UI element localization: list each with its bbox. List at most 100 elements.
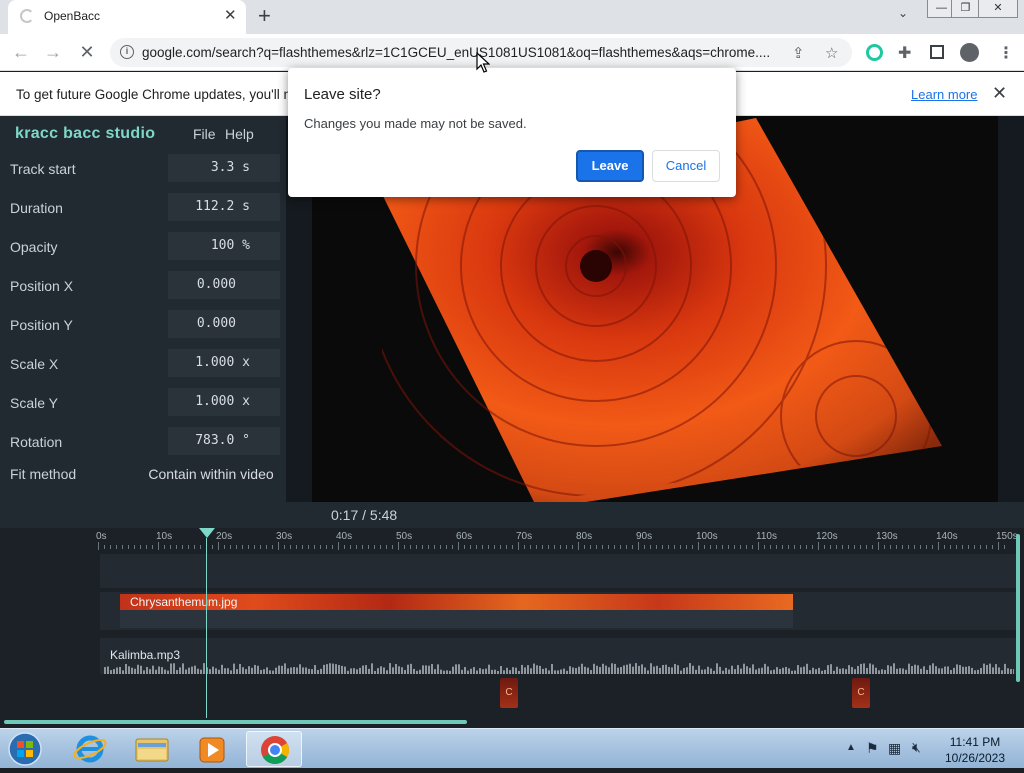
network-icon[interactable]: ▦ — [888, 740, 901, 757]
forward-arrow-icon[interactable]: → — [42, 41, 64, 63]
horizontal-scrollbar[interactable] — [4, 720, 467, 724]
ruler-tick-mark — [656, 545, 657, 549]
tab-search-chevron-icon[interactable]: ⌄ — [898, 6, 908, 20]
ruler-tick-mark — [248, 545, 249, 549]
waveform-bar — [665, 664, 667, 674]
track-start-label: Track start — [10, 161, 76, 177]
position-x-input[interactable]: 0.000 — [168, 271, 280, 299]
fit-method-select[interactable]: Contain within video — [142, 461, 280, 487]
keyframe-thumbnail[interactable]: C — [852, 678, 870, 708]
waveform-bar — [788, 668, 790, 674]
side-panel-icon[interactable] — [930, 45, 944, 59]
file-explorer-taskbar-button[interactable] — [124, 731, 180, 767]
waveform-bar — [401, 667, 403, 674]
ruler-tick-mark — [710, 545, 711, 549]
ruler-tick-mark — [662, 545, 663, 549]
scale-y-input[interactable]: 1.000 x — [168, 388, 280, 416]
waveform-bar — [275, 667, 277, 674]
waveform-bar — [374, 670, 376, 674]
waveform-bar — [515, 667, 517, 674]
image-track[interactable]: Chrysanthemum.jpg — [100, 592, 1016, 630]
url-text[interactable]: google.com/search?q=flashthemes&rlz=1C1G… — [142, 45, 788, 60]
back-arrow-icon[interactable]: ← — [10, 41, 32, 63]
keyframe-thumbnail[interactable]: C — [500, 678, 518, 708]
position-y-input[interactable]: 0.000 — [168, 310, 280, 338]
learn-more-link[interactable]: Learn more — [911, 87, 977, 102]
ruler-tick-label: 20s — [216, 531, 233, 542]
internet-explorer-taskbar-button[interactable] — [62, 731, 118, 767]
waveform-bar — [197, 668, 199, 674]
waveform-bar — [551, 663, 553, 674]
waveform-bar — [875, 667, 877, 674]
site-info-icon[interactable]: i — [120, 45, 134, 59]
image-clip[interactable]: Chrysanthemum.jpg — [120, 594, 793, 628]
extension-green-icon[interactable] — [866, 44, 883, 61]
scale-x-input[interactable]: 1.000 x — [168, 349, 280, 377]
leave-button[interactable]: Leave — [576, 150, 644, 182]
ruler-tick-mark — [368, 545, 369, 549]
menu-help[interactable]: Help — [225, 126, 254, 142]
waveform-bar — [656, 665, 658, 674]
waveform-bar — [698, 665, 700, 674]
action-center-flag-icon[interactable]: ⚑ — [866, 740, 879, 757]
media-player-taskbar-button[interactable] — [184, 731, 240, 767]
time-ruler[interactable]: 0s 10s 20s 30s 40s 50s 60s 70s 80s 90s 100s 110s 120… — [96, 528, 1018, 550]
ruler-tick-mark — [512, 545, 513, 549]
start-orb-icon[interactable] — [6, 731, 44, 767]
volume-muted-icon[interactable]: 🔇︎ — [912, 739, 921, 756]
duration-input[interactable]: 112.2 s — [168, 193, 280, 221]
waveform-bar — [266, 667, 268, 674]
tab-openbacc[interactable]: OpenBacc ✕ — [8, 0, 246, 34]
waveform-bar — [176, 670, 178, 674]
waveform-bar — [236, 669, 238, 674]
ruler-tick-label: 30s — [276, 531, 293, 542]
tab-close-icon[interactable]: ✕ — [224, 5, 237, 27]
empty-track[interactable] — [100, 554, 1016, 588]
ruler-tick-mark — [698, 542, 699, 550]
waveform-bar — [182, 663, 184, 674]
tab-title: OpenBacc — [44, 9, 101, 23]
ruler-tick-mark — [980, 545, 981, 549]
playhead-line[interactable] — [206, 538, 207, 718]
waveform-bar — [716, 663, 718, 674]
clock-time[interactable]: 11:41 PM — [948, 735, 1002, 749]
ruler-tick-mark — [416, 545, 417, 549]
waveform-bar — [224, 668, 226, 674]
chrome-menu-icon[interactable]: ⋮ — [998, 43, 1014, 63]
chrome-taskbar-button[interactable] — [246, 731, 302, 767]
waveform-bar — [881, 669, 883, 674]
new-tab-button[interactable]: + — [258, 4, 271, 28]
playhead-handle[interactable] — [199, 528, 215, 538]
vertical-scrollbar[interactable] — [1016, 534, 1020, 682]
infobar-close-icon[interactable]: ✕ — [992, 83, 1007, 104]
ruler-tick-label: 120s — [816, 531, 838, 542]
share-icon[interactable]: ⇪ — [792, 44, 805, 62]
rotation-input[interactable]: 783.0 ° — [168, 427, 280, 455]
window-close-button[interactable]: ✕ — [978, 0, 1018, 18]
track-start-input[interactable]: 3.3 s — [168, 154, 280, 182]
profile-avatar-icon[interactable] — [960, 43, 979, 62]
waveform-bar — [791, 670, 793, 674]
ruler-tick-label: 140s — [936, 531, 958, 542]
media-player-icon — [199, 737, 225, 763]
waveform-bar — [587, 667, 589, 674]
waveform-bar — [464, 667, 466, 674]
waveform-bar — [326, 664, 328, 674]
audio-track[interactable]: Kalimba.mp3 — [100, 638, 1016, 674]
opacity-input[interactable]: 100 % — [168, 232, 280, 260]
stop-loading-icon[interactable]: ✕ — [76, 41, 98, 63]
ruler-tick-mark — [260, 545, 261, 549]
waveform-bar — [569, 666, 571, 674]
extensions-puzzle-icon[interactable]: ✚ — [898, 43, 911, 63]
ruler-tick-mark — [770, 545, 771, 549]
show-hidden-icons-icon[interactable]: ▲ — [846, 742, 856, 753]
menu-file[interactable]: File — [193, 126, 216, 142]
restore-button[interactable]: ❐ — [951, 0, 980, 18]
waveform-bar — [782, 667, 784, 674]
cancel-button[interactable]: Cancel — [652, 150, 720, 182]
waveform-bar — [179, 667, 181, 674]
bookmark-star-icon[interactable]: ☆ — [825, 44, 838, 62]
ruler-tick-mark — [1004, 545, 1005, 549]
clock-date[interactable]: 10/26/2023 — [940, 751, 1010, 765]
timeline[interactable]: 0s 10s 20s 30s 40s 50s 60s 70s 80s 90s 100s 110s 120… — [0, 528, 1024, 728]
